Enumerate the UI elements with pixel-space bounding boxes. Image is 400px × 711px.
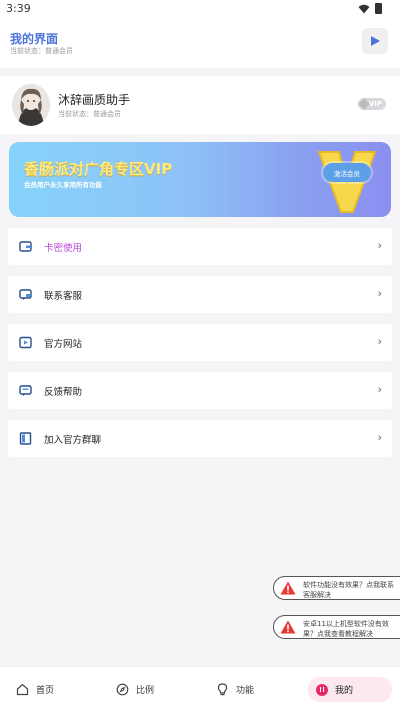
menu-item-contact-support[interactable]: 联系客服 › — [8, 276, 392, 313]
warning-icon — [280, 581, 296, 595]
vip-banner: 香肠派对广角专区VIP 会员用户永久享用所有功能 激活会员 — [9, 142, 391, 217]
website-icon — [19, 336, 32, 349]
profile-card[interactable]: 沐辞画质助手 当前状态：普通会员 VIP — [0, 76, 400, 134]
lightbulb-icon — [217, 682, 228, 695]
nav-label: 首页 — [36, 685, 55, 696]
menu-item-official-website[interactable]: 官方网站 › — [8, 324, 392, 361]
toast-support-tip[interactable]: 软件功能没有效果？点我联系客服解决 — [273, 576, 400, 600]
menu-item-label: 卡密使用 — [44, 243, 83, 254]
nav-label: 功能 — [236, 685, 255, 696]
feedback-icon — [19, 385, 32, 396]
status-time: 3:39 — [6, 2, 31, 15]
menu-item-label: 联系客服 — [44, 291, 83, 302]
toast-text: 安卓11以上机型软件没有效果？点我查看教程解决 — [303, 620, 389, 638]
toast-text: 软件功能没有效果？点我联系客服解决 — [303, 581, 394, 599]
compass-icon — [116, 683, 129, 695]
page-subtitle: 当前状态：普通会员 — [10, 47, 73, 55]
vip-banner-title: 香肠派对广角专区VIP — [24, 160, 173, 178]
vip-badge: VIP — [358, 98, 386, 110]
avatar — [12, 84, 50, 126]
group-chat-icon — [19, 432, 32, 445]
play-icon — [371, 36, 380, 46]
profile-icon — [316, 683, 328, 696]
menu-item-join-group[interactable]: 加入官方群聊 › — [8, 420, 392, 457]
vip-badge-label: VIP — [368, 100, 382, 108]
home-icon — [16, 683, 29, 695]
app-header: 我的界面 当前状态：普通会员 — [0, 18, 400, 68]
menu-item-card-key[interactable]: 卡密使用 › — [8, 228, 392, 265]
activate-vip-button[interactable]: 激活会员 — [323, 163, 371, 182]
nav-item-mine[interactable]: 我的 — [308, 677, 392, 702]
wallet-icon — [19, 241, 32, 252]
warning-icon — [280, 620, 296, 634]
profile-status: 当前状态：普通会员 — [58, 110, 121, 118]
play-button[interactable] — [362, 28, 388, 54]
nav-label: 比例 — [136, 685, 155, 696]
wifi-icon — [358, 4, 370, 13]
toast-android11-tip[interactable]: 安卓11以上机型软件没有效果？点我查看教程解决 — [273, 615, 400, 639]
menu-item-label: 反馈帮助 — [44, 387, 83, 398]
status-icons — [358, 3, 382, 14]
menu-item-feedback-help[interactable]: 反馈帮助 › — [8, 372, 392, 409]
vip-banner-description: 会员用户永久享用所有功能 — [24, 181, 102, 189]
page-title: 我的界面 — [10, 32, 59, 46]
profile-name: 沐辞画质助手 — [58, 93, 131, 107]
nav-item-home[interactable]: 首页 — [16, 677, 54, 701]
bottom-nav: 首页 比例 功能 我的 — [0, 666, 400, 711]
nav-item-ratio[interactable]: 比例 — [116, 677, 154, 701]
chat-icon — [19, 289, 32, 300]
nav-item-functions[interactable]: 功能 — [216, 677, 254, 701]
chevron-right-icon: › — [377, 239, 382, 252]
menu-item-label: 加入官方群聊 — [44, 435, 102, 446]
chevron-right-icon: › — [377, 287, 382, 300]
status-bar: 3:39 — [0, 0, 400, 18]
nav-label: 我的 — [335, 686, 354, 696]
chevron-right-icon: › — [377, 335, 382, 348]
battery-icon — [375, 3, 382, 14]
chevron-right-icon: › — [377, 431, 382, 444]
menu-item-label: 官方网站 — [44, 339, 83, 350]
chevron-right-icon: › — [377, 383, 382, 396]
